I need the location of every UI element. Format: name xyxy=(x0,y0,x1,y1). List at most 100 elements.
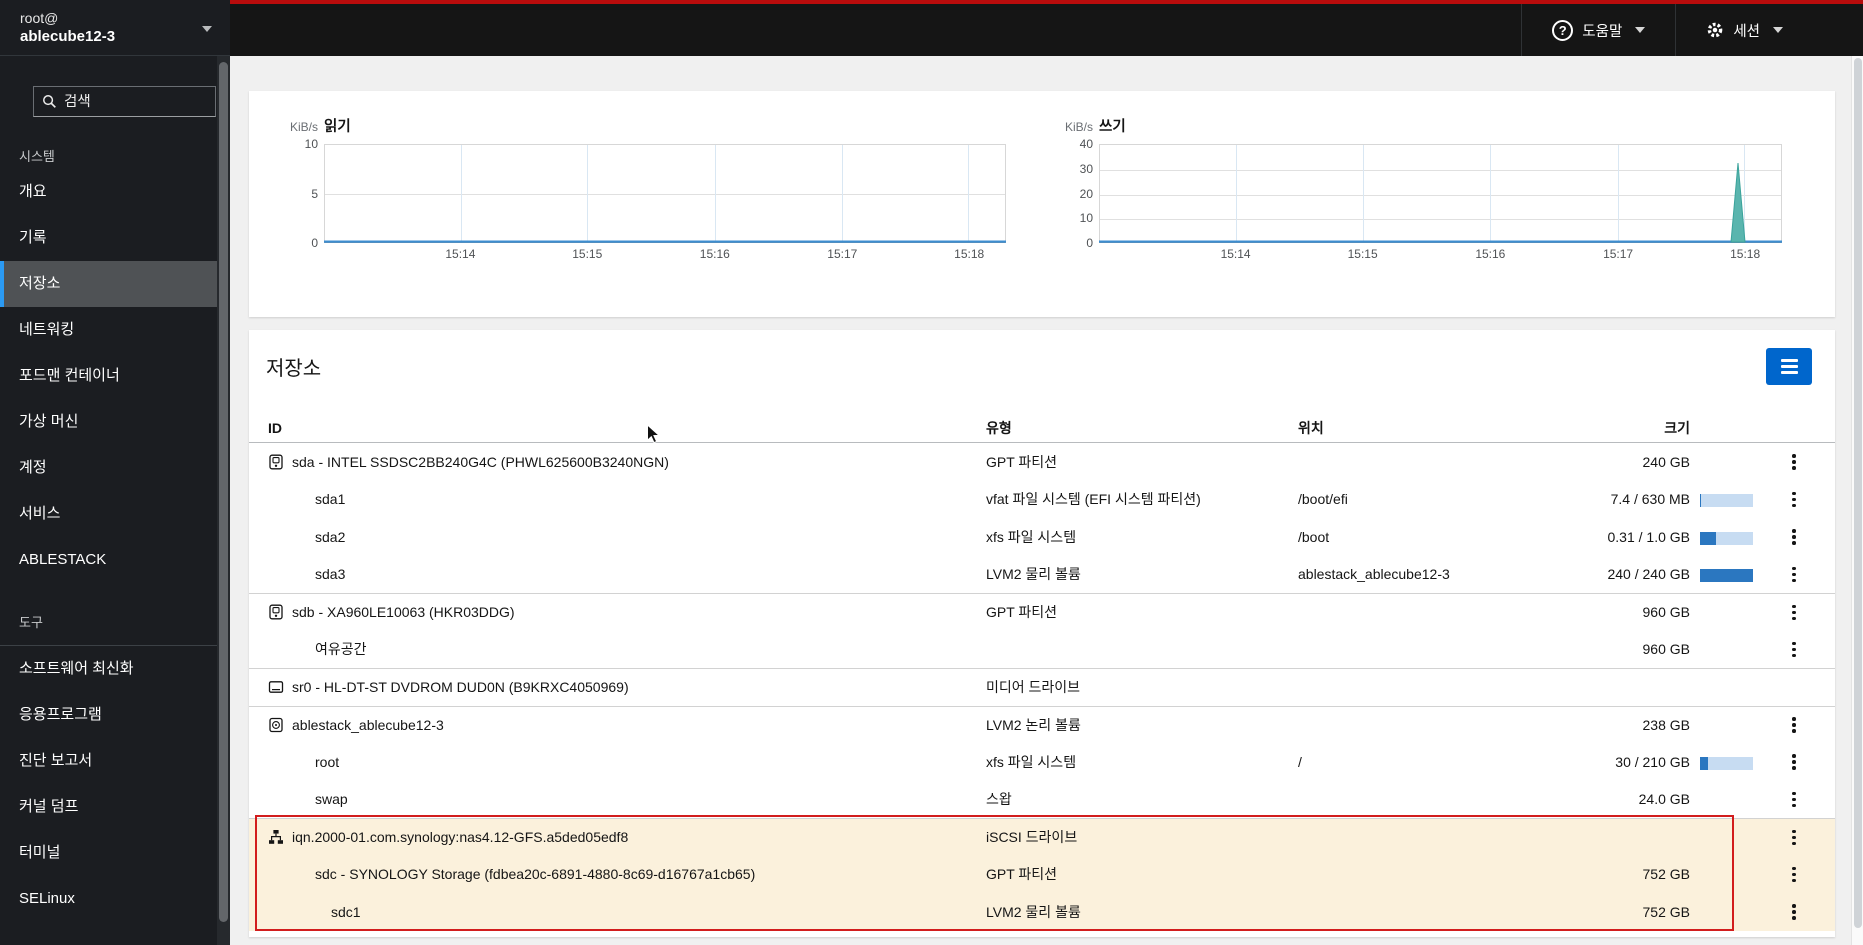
gear-icon xyxy=(1708,22,1723,38)
x-tick: 15:16 xyxy=(699,247,730,261)
sidebar-item-networking[interactable]: 네트워킹 xyxy=(0,307,230,353)
y-tick: 40 xyxy=(1079,137,1093,151)
table-row-sr0[interactable]: sr0 - HL-DT-ST DVDROM DUD0N (B9KRXC40509… xyxy=(249,668,1835,706)
table-row-free-space[interactable]: 여유공간 960 GB xyxy=(249,631,1835,669)
table-row-sda3[interactable]: sda3 LVM2 물리 볼륨 ablestack_ablecube12-3 2… xyxy=(249,556,1835,594)
search-icon xyxy=(43,95,56,108)
sidebar-scrollbar-thumb[interactable] xyxy=(219,62,228,922)
row-size: 24.0 GB xyxy=(1638,791,1690,808)
table-row-sdb[interactable]: sdb - XA960LE10063 (HKR03DDG) GPT 파티션 96… xyxy=(249,593,1835,631)
help-menu-button[interactable]: ? 도움말 xyxy=(1521,4,1675,56)
sidebar-item-storage[interactable]: 저장소 xyxy=(0,261,230,307)
write-chart-unit: KiB/s xyxy=(1065,120,1094,134)
read-chart: KiB/s 읽기 10 5 0 15:14 15:15 15:16 15:17 … xyxy=(290,119,1006,261)
nav-section-system: 시스템 xyxy=(19,149,55,164)
masthead: ? 도움말 세션 xyxy=(230,4,1863,56)
sidebar-scrollbar[interactable] xyxy=(217,56,230,945)
sidebar-item-sosreport[interactable]: 진단 보고서 xyxy=(0,738,230,784)
row-type: xfs 파일 시스템 xyxy=(986,528,1077,545)
row-id: 여유공간 xyxy=(315,641,367,658)
table-row-iscsi-target[interactable]: iqn.2000-01.com.synology:nas4.12-GFS.a5d… xyxy=(249,818,1835,856)
table-row-sda2[interactable]: sda2 xfs 파일 시스템 /boot 0.31 / 1.0 GB xyxy=(249,518,1835,556)
row-id: sda2 xyxy=(315,528,346,545)
search-input[interactable] xyxy=(64,93,184,110)
y-tick: 10 xyxy=(304,137,318,151)
kebab-menu-button[interactable] xyxy=(1784,824,1804,852)
y-tick: 0 xyxy=(1086,236,1093,250)
kebab-menu-button[interactable] xyxy=(1784,523,1804,551)
row-size: 240 GB xyxy=(1642,453,1690,470)
sidebar-nav: 시스템 개요 기록 저장소 네트워킹 포드맨 컨테이너 가상 머신 계정 서비스… xyxy=(0,145,230,922)
kebab-menu-button[interactable] xyxy=(1784,711,1804,739)
table-row-sda[interactable]: sda - INTEL SSDSC2BB240G4C (PHWL625600B3… xyxy=(249,443,1835,481)
kebab-menu-button[interactable] xyxy=(1784,786,1804,814)
session-menu-button[interactable]: 세션 xyxy=(1675,4,1813,56)
kebab-menu-button[interactable] xyxy=(1784,636,1804,664)
host-name: ablecube12-3 xyxy=(20,28,116,45)
sidebar-item-updates[interactable]: 소프트웨어 최신화 xyxy=(0,646,230,692)
table-row-swap[interactable]: swap 스왑 24.0 GB xyxy=(249,781,1835,819)
sidebar-item-ablestack[interactable]: ABLESTACK xyxy=(0,537,230,583)
table-row-volume-group[interactable]: ablestack_ablecube12-3 LVM2 논리 볼륨 238 GB xyxy=(249,705,1835,744)
sidebar-item-logs[interactable]: 기록 xyxy=(0,215,230,261)
kebab-menu-button[interactable] xyxy=(1784,748,1804,776)
usage-bar xyxy=(1700,756,1753,770)
row-size: 240 / 240 GB xyxy=(1607,566,1690,583)
row-type: iSCSI 드라이브 xyxy=(986,829,1078,846)
chevron-down-icon xyxy=(202,26,212,32)
kebab-menu-button[interactable] xyxy=(1784,561,1804,589)
sidebar-item-overview[interactable]: 개요 xyxy=(0,169,230,215)
sidebar-item-terminal[interactable]: 터미널 xyxy=(0,830,230,876)
sidebar-item-services[interactable]: 서비스 xyxy=(0,491,230,537)
kebab-menu-button[interactable] xyxy=(1784,486,1804,514)
network-icon xyxy=(268,829,284,845)
sidebar: root@ ablecube12-3 시스템 개요 기록 저장소 네트워킹 포드… xyxy=(0,0,230,945)
x-tick: 15:18 xyxy=(1730,247,1761,261)
row-location: /boot/efi xyxy=(1298,491,1348,508)
sidebar-item-apps[interactable]: 응용프로그램 xyxy=(0,692,230,738)
row-type: 미디어 드라이브 xyxy=(986,679,1081,696)
row-id: sda1 xyxy=(315,491,346,508)
kebab-menu-button[interactable] xyxy=(1784,599,1804,627)
host-switcher[interactable]: root@ ablecube12-3 xyxy=(0,0,230,56)
x-tick: 15:17 xyxy=(827,247,858,261)
usage-bar xyxy=(1700,494,1753,508)
row-size: 752 GB xyxy=(1642,866,1690,883)
volume-group-icon xyxy=(268,717,284,733)
sidebar-item-selinux[interactable]: SELinux xyxy=(0,876,230,922)
main-scrollbar[interactable] xyxy=(1851,56,1863,945)
x-tick: 15:14 xyxy=(1220,247,1251,261)
row-id: root xyxy=(315,753,340,770)
main-scrollbar-thumb[interactable] xyxy=(1854,58,1862,928)
usage-bar xyxy=(1700,531,1753,545)
row-size: 7.4 / 630 MB xyxy=(1610,491,1690,508)
row-id: sdc1 xyxy=(331,903,361,920)
row-type: vfat 파일 시스템 (EFI 시스템 파티션) xyxy=(986,491,1201,508)
disk-icon xyxy=(268,454,284,470)
sidebar-item-kdump[interactable]: 커널 덤프 xyxy=(0,784,230,830)
row-location: / xyxy=(1298,753,1302,770)
sidebar-item-podman[interactable]: 포드맨 컨테이너 xyxy=(0,353,230,399)
sidebar-item-vms[interactable]: 가상 머신 xyxy=(0,399,230,445)
row-type: LVM2 논리 볼륨 xyxy=(986,716,1081,733)
table-row-sdc[interactable]: sdc - SYNOLOGY Storage (fdbea20c-6891-48… xyxy=(249,855,1835,893)
kebab-menu-button[interactable] xyxy=(1784,448,1804,476)
table-row-sda1[interactable]: sda1 vfat 파일 시스템 (EFI 시스템 파티션) /boot/efi… xyxy=(249,481,1835,519)
row-type: GPT 파티션 xyxy=(986,604,1058,621)
nav-section-tools: 도구 xyxy=(19,615,43,630)
row-size: 960 GB xyxy=(1642,641,1690,658)
chevron-down-icon xyxy=(1635,27,1646,33)
kebab-menu-button[interactable] xyxy=(1784,861,1804,889)
y-tick: 10 xyxy=(1079,211,1093,226)
storage-menu-button[interactable] xyxy=(1766,348,1812,385)
y-tick: 20 xyxy=(1079,186,1093,201)
row-location: ablestack_ablecube12-3 xyxy=(1298,566,1450,583)
usage-bar xyxy=(1700,569,1753,583)
table-row-sdc1[interactable]: sdc1 LVM2 물리 볼륨 752 GB xyxy=(249,893,1835,931)
read-chart-title: KiB/s 읽기 xyxy=(290,119,351,135)
row-size: 960 GB xyxy=(1642,604,1690,621)
sidebar-item-accounts[interactable]: 계정 xyxy=(0,445,230,491)
kebab-menu-button[interactable] xyxy=(1784,898,1804,926)
table-row-root[interactable]: root xfs 파일 시스템 / 30 / 210 GB xyxy=(249,743,1835,781)
sidebar-search[interactable] xyxy=(33,86,216,117)
